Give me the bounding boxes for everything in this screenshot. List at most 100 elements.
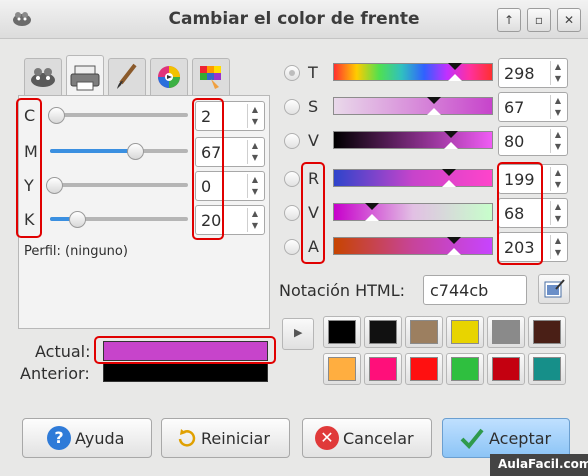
spin-arrows-icon[interactable]: ▲ ▼ (550, 61, 565, 85)
color-picker-icon (544, 279, 565, 298)
annotation-box-current (94, 336, 276, 364)
radio-t[interactable] (284, 65, 300, 81)
color-wheel-icon (158, 66, 180, 88)
annotation-box-rgb-values (497, 162, 543, 265)
history-expand-button[interactable]: ▶ (282, 318, 314, 350)
history-swatch-button[interactable] (446, 353, 484, 385)
tab-gimp[interactable] (24, 58, 62, 95)
y-slider-knob[interactable] (46, 177, 63, 194)
blue-marker-bottom (447, 248, 461, 255)
spin-arrows-icon[interactable]: ▲ ▼ (247, 174, 262, 198)
radio-s[interactable] (284, 99, 300, 115)
spin-value: 298 (504, 64, 535, 83)
history-swatch-button[interactable] (364, 353, 402, 385)
history-swatch-button[interactable] (364, 316, 402, 348)
value-marker-bottom (444, 142, 458, 149)
help-button[interactable]: ? Ayuda (22, 418, 152, 458)
cancel-button[interactable]: ✕ Cancelar (302, 418, 432, 458)
green-marker-bottom (365, 214, 379, 221)
history-swatch-color (533, 320, 561, 344)
history-swatch-button[interactable] (446, 316, 484, 348)
html-notation-input[interactable]: c744cb (423, 275, 527, 305)
radio-b[interactable] (284, 239, 300, 255)
history-swatch-color (410, 320, 438, 344)
history-swatch-color (533, 357, 561, 381)
history-swatch-color (328, 357, 356, 381)
history-swatch-color (369, 320, 397, 344)
value-marker-top (444, 131, 458, 138)
cancel-label: Cancelar (343, 429, 414, 448)
m-slider-knob[interactable] (127, 143, 144, 160)
blue-slider[interactable] (333, 237, 493, 255)
spin-value: 67 (504, 98, 525, 117)
close-icon[interactable]: ✕ (557, 8, 581, 32)
v-spinbox[interactable]: 80 ▲ ▼ (498, 126, 568, 156)
help-icon: ? (47, 426, 71, 450)
reset-button[interactable]: Reiniciar (161, 418, 290, 458)
spin-arrows-icon[interactable]: ▲ ▼ (247, 104, 262, 128)
tab-wheel[interactable] (150, 58, 188, 95)
c-slider-knob[interactable] (48, 107, 65, 124)
spin-arrows-icon[interactable]: ▲ ▼ (550, 95, 565, 119)
saturation-marker-bottom (427, 108, 441, 115)
previous-color-swatch[interactable] (103, 362, 268, 382)
channel-label: S (308, 97, 319, 116)
saturation-slider[interactable] (333, 97, 493, 115)
history-swatch-color (492, 320, 520, 344)
history-swatch-button[interactable] (323, 316, 361, 348)
channel-label: T (308, 63, 318, 82)
eyedropper-button[interactable] (538, 274, 570, 304)
blue-marker-top (447, 237, 461, 244)
annotation-box-cmyk-values (192, 98, 224, 240)
watermark-text: AulaFacil.com (498, 457, 588, 471)
html-notation-label: Notación HTML: (279, 281, 406, 300)
history-swatch-color (369, 357, 397, 381)
spin-arrows-icon[interactable]: ▲ ▼ (247, 208, 262, 232)
history-swatch-color (451, 320, 479, 344)
hue-marker-top (448, 63, 462, 70)
value-slider[interactable] (333, 131, 493, 149)
check-icon (460, 428, 484, 449)
history-swatch-button[interactable] (405, 353, 443, 385)
ok-button[interactable]: Aceptar (442, 418, 570, 458)
spin-arrows-icon[interactable]: ▲ ▼ (550, 167, 565, 191)
up-icon[interactable]: ↑ (497, 8, 521, 32)
current-label: Actual: (35, 342, 91, 361)
spin-arrows-icon[interactable]: ▲ ▼ (550, 201, 565, 225)
spin-arrows-icon[interactable]: ▲ ▼ (550, 235, 565, 259)
history-swatch-button[interactable] (405, 316, 443, 348)
tab-cmyk[interactable] (66, 55, 104, 96)
history-swatch-button[interactable] (323, 353, 361, 385)
history-swatch-button[interactable] (487, 316, 525, 348)
profile-label: Perfil: (ninguno) (24, 244, 128, 259)
red-slider[interactable] (333, 169, 493, 187)
c-slider-track[interactable] (50, 113, 188, 117)
cancel-icon: ✕ (315, 426, 339, 450)
spin-arrows-icon[interactable]: ▲ ▼ (550, 129, 565, 153)
green-slider[interactable] (333, 203, 493, 221)
radio-r[interactable] (284, 171, 300, 187)
history-swatch-button[interactable] (487, 353, 525, 385)
history-swatch-button[interactable] (528, 316, 566, 348)
spin-arrows-icon[interactable]: ▲ ▼ (247, 140, 262, 164)
radio-g[interactable] (284, 205, 300, 221)
history-swatch-color (328, 320, 356, 344)
annotation-box-rgb-letters (301, 162, 325, 264)
s-spinbox[interactable]: 67 ▲ ▼ (498, 92, 568, 122)
k-slider-knob[interactable] (69, 211, 86, 228)
hue-marker-bottom (448, 74, 462, 81)
history-swatch-button[interactable] (528, 353, 566, 385)
history-swatch-color (451, 357, 479, 381)
ok-label: Aceptar (489, 429, 552, 448)
restore-icon[interactable]: ▫ (527, 8, 551, 32)
previous-label: Anterior: (20, 364, 90, 383)
green-marker-top (365, 203, 379, 210)
printer-icon (70, 65, 100, 91)
tab-palette[interactable] (192, 58, 230, 95)
t-spinbox[interactable]: 298 ▲ ▼ (498, 58, 568, 88)
y-slider-track[interactable] (50, 183, 188, 187)
hue-slider[interactable] (333, 63, 493, 81)
html-notation-value: c744cb (430, 281, 489, 300)
radio-v[interactable] (284, 133, 300, 149)
tab-watercolor[interactable] (108, 58, 146, 95)
